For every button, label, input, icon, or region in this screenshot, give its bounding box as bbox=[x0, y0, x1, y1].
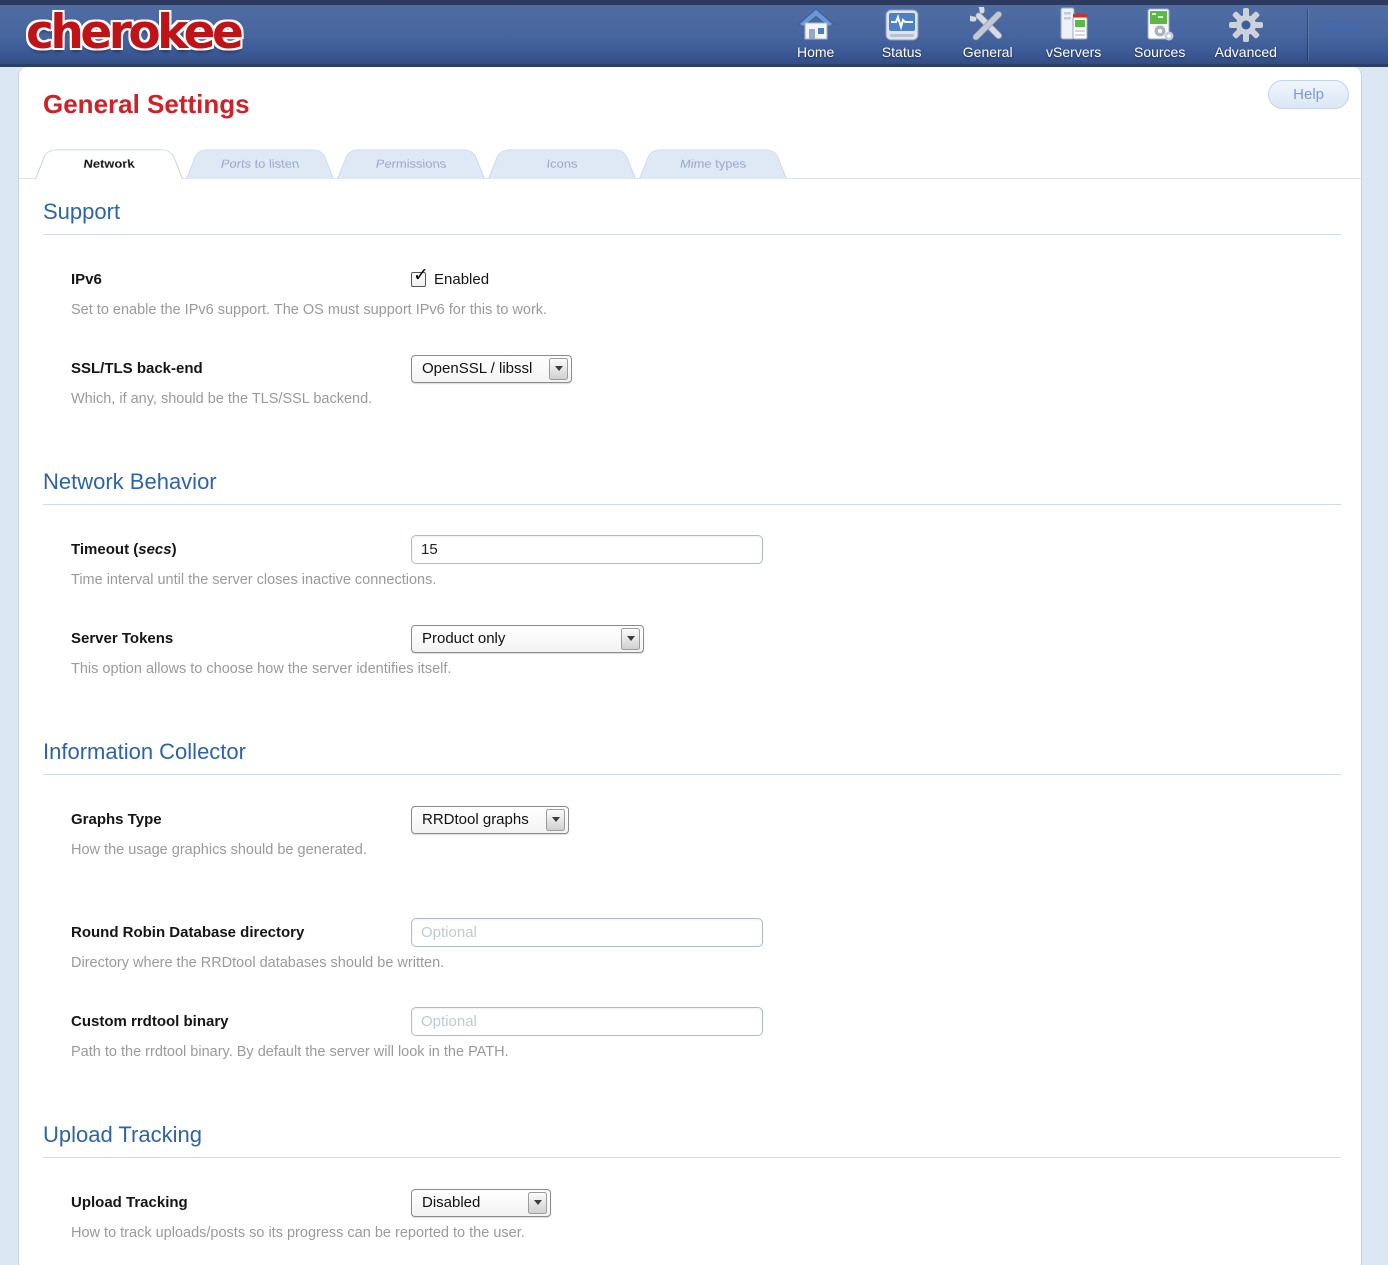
section-divider bbox=[43, 504, 1341, 505]
tab-mime-types[interactable]: Mime types bbox=[639, 150, 787, 179]
sources-icon bbox=[1142, 5, 1178, 43]
tab-icons[interactable]: Icons bbox=[488, 150, 636, 179]
setting-row-timeout: Timeout (secs) Time interval until the s… bbox=[19, 535, 1361, 588]
nav-item-home[interactable]: Home bbox=[785, 5, 847, 60]
setting-row-ipv6: IPv6 Enabled Set to enable the IPv6 supp… bbox=[19, 265, 1361, 318]
vservers-icon bbox=[1056, 5, 1092, 43]
nav-item-advanced[interactable]: Advanced bbox=[1215, 5, 1277, 60]
server-tokens-select-value: Product only bbox=[422, 630, 505, 647]
setting-row-graphs-type: Graphs Type RRDtool graphs How the usage… bbox=[19, 805, 1361, 858]
tab-network[interactable]: Network bbox=[35, 150, 183, 179]
section-divider bbox=[43, 234, 1341, 235]
section-upload-tracking: Upload Tracking Upload Tracking Disabled… bbox=[19, 1122, 1361, 1241]
ipv6-enabled-checkbox[interactable] bbox=[411, 272, 426, 287]
server-tokens-select[interactable]: Product only bbox=[411, 625, 644, 653]
field-label-timeout: Timeout (secs) bbox=[71, 541, 411, 558]
nav-item-status[interactable]: Status bbox=[871, 5, 933, 60]
field-description-graphs-type: How the usage graphics should be generat… bbox=[71, 842, 1321, 858]
setting-row-rrd-directory: Round Robin Database directory Directory… bbox=[19, 918, 1361, 971]
ssl-backend-select-value: OpenSSL / libssl bbox=[422, 360, 532, 377]
field-label-graphs-type: Graphs Type bbox=[71, 811, 411, 828]
dropdown-arrow-icon bbox=[621, 628, 640, 650]
help-button[interactable]: Help bbox=[1268, 80, 1349, 109]
field-description-rrdtool-binary: Path to the rrdtool binary. By default t… bbox=[71, 1044, 1321, 1060]
nav-divider bbox=[1307, 9, 1309, 61]
upload-tracking-select-value: Disabled bbox=[422, 1194, 480, 1211]
setting-row-upload-tracking: Upload Tracking Disabled How to track up… bbox=[19, 1188, 1361, 1241]
section-title-upload-tracking: Upload Tracking bbox=[43, 1122, 1361, 1148]
field-label-server-tokens: Server Tokens bbox=[71, 630, 411, 647]
status-icon bbox=[884, 5, 920, 43]
dropdown-arrow-icon bbox=[528, 1192, 547, 1214]
page-title: General Settings bbox=[19, 67, 1361, 120]
section-title-network-behavior: Network Behavior bbox=[43, 469, 1361, 495]
field-description-rrd-directory: Directory where the RRDtool databases sh… bbox=[71, 955, 1321, 971]
home-icon bbox=[798, 5, 834, 43]
field-label-upload-tracking: Upload Tracking bbox=[71, 1194, 411, 1211]
active-nav-caret-icon bbox=[980, 68, 996, 76]
nav-item-sources[interactable]: Sources bbox=[1129, 5, 1191, 60]
field-description-server-tokens: This option allows to choose how the ser… bbox=[71, 661, 1321, 677]
general-tools-icon bbox=[970, 5, 1006, 43]
dropdown-arrow-icon bbox=[546, 809, 565, 831]
section-divider bbox=[43, 774, 1341, 775]
section-support: Support IPv6 Enabled Set to enable the I… bbox=[19, 199, 1361, 407]
timeout-input[interactable] bbox=[411, 535, 763, 564]
graphs-type-select[interactable]: RRDtool graphs bbox=[411, 806, 569, 834]
nav-label-sources: Sources bbox=[1134, 44, 1185, 60]
tab-strip: Network Ports to listen Permissions Icon… bbox=[19, 144, 1361, 179]
field-label-rrdtool-binary: Custom rrdtool binary bbox=[71, 1013, 411, 1030]
field-description-ipv6: Set to enable the IPv6 support. The OS m… bbox=[71, 302, 1321, 318]
setting-row-ssl-backend: SSL/TLS back-end OpenSSL / libssl Which,… bbox=[19, 354, 1361, 407]
nav-label-vservers: vServers bbox=[1046, 44, 1101, 60]
top-navigation-bar: cherokee Home S bbox=[0, 0, 1388, 67]
rrdtool-binary-input[interactable] bbox=[411, 1007, 763, 1036]
nav-label-home: Home bbox=[797, 44, 834, 60]
checkbox-label-enabled: Enabled bbox=[434, 271, 489, 288]
section-information-collector: Information Collector Graphs Type RRDtoo… bbox=[19, 739, 1361, 1060]
advanced-gear-icon bbox=[1228, 5, 1264, 43]
main-nav: Home Status General bbox=[785, 5, 1277, 65]
section-title-support: Support bbox=[43, 199, 1361, 225]
setting-row-rrdtool-binary: Custom rrdtool binary Path to the rrdtoo… bbox=[19, 1007, 1361, 1060]
tab-permissions[interactable]: Permissions bbox=[337, 150, 485, 179]
field-description-upload-tracking: How to track uploads/posts so its progre… bbox=[71, 1225, 1321, 1241]
nav-label-status: Status bbox=[882, 44, 922, 60]
field-label-ssl-backend: SSL/TLS back-end bbox=[71, 360, 411, 377]
tab-ports-to-listen[interactable]: Ports to listen bbox=[186, 150, 334, 179]
ssl-backend-select[interactable]: OpenSSL / libssl bbox=[411, 355, 572, 383]
field-label-rrd-directory: Round Robin Database directory bbox=[71, 924, 411, 941]
rrd-directory-input[interactable] bbox=[411, 918, 763, 947]
save-button[interactable]: Save bbox=[1325, 18, 1360, 35]
dropdown-arrow-icon bbox=[549, 358, 568, 380]
nav-item-general[interactable]: General bbox=[957, 5, 1019, 60]
graphs-type-select-value: RRDtool graphs bbox=[422, 811, 529, 828]
field-label-ipv6: IPv6 bbox=[71, 271, 411, 288]
nav-label-general: General bbox=[963, 44, 1013, 60]
section-title-information-collector: Information Collector bbox=[43, 739, 1361, 765]
section-network-behavior: Network Behavior Timeout (secs) Time int… bbox=[19, 469, 1361, 677]
field-description-timeout: Time interval until the server closes in… bbox=[71, 572, 1321, 588]
content-panel: General Settings Help Network Ports to l… bbox=[18, 67, 1362, 1265]
cherokee-logo[interactable]: cherokee bbox=[26, 5, 240, 60]
section-divider bbox=[43, 1157, 1341, 1158]
nav-item-vservers[interactable]: vServers bbox=[1043, 5, 1105, 60]
upload-tracking-select[interactable]: Disabled bbox=[411, 1189, 551, 1217]
field-description-ssl-backend: Which, if any, should be the TLS/SSL bac… bbox=[71, 391, 1321, 407]
setting-row-server-tokens: Server Tokens Product only This option a… bbox=[19, 624, 1361, 677]
nav-label-advanced: Advanced bbox=[1215, 44, 1277, 60]
